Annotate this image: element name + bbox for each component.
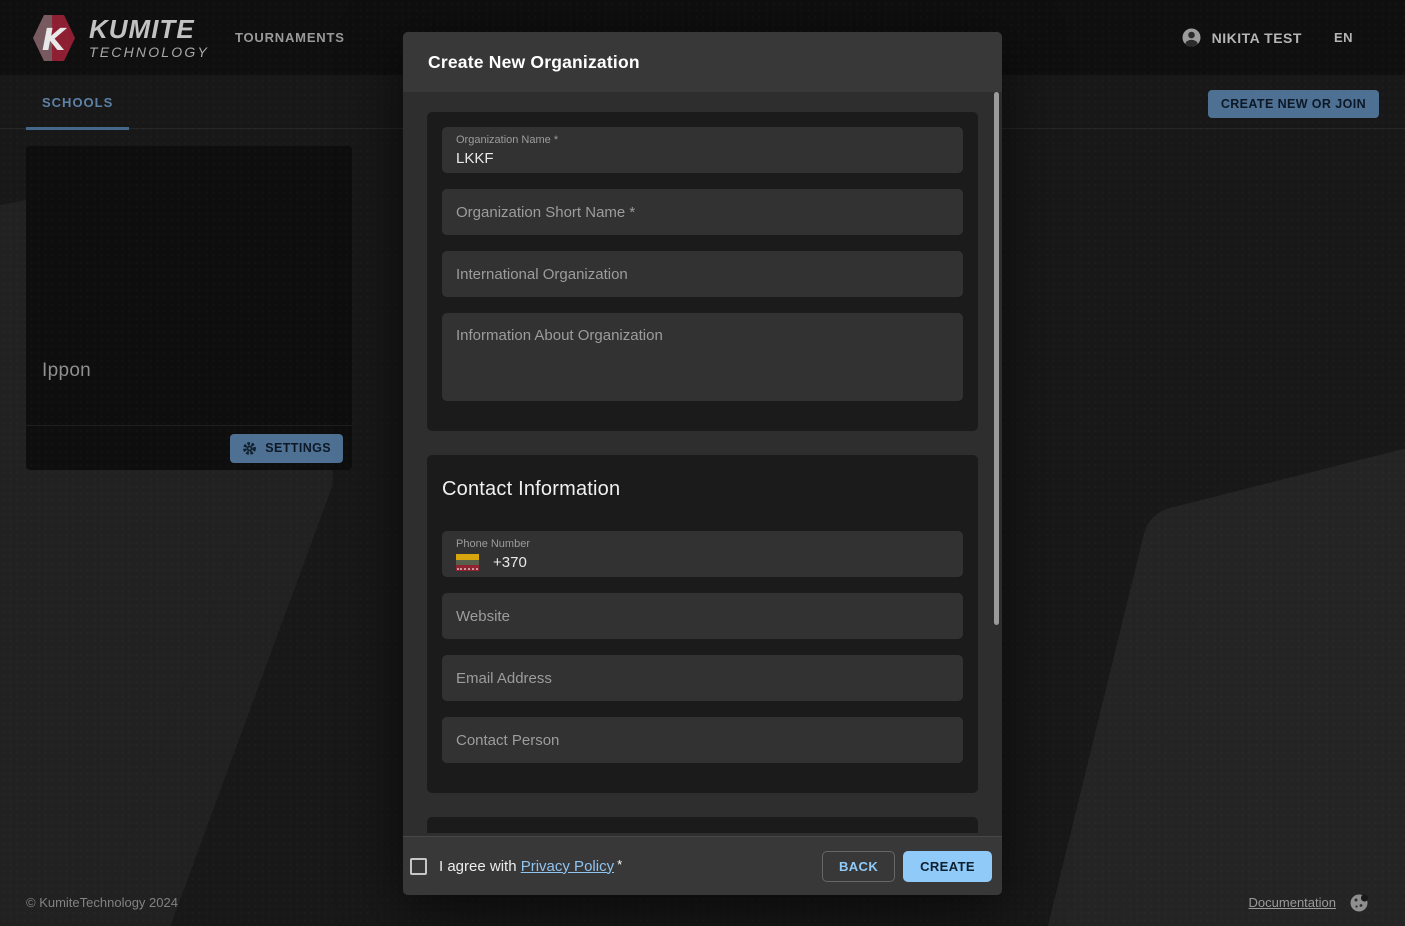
modal-footer: I agree with Privacy Policy* BACK CREATE: [403, 836, 1002, 895]
organization-short-name-input[interactable]: [456, 204, 949, 221]
organization-info-field: [442, 313, 963, 401]
website-input[interactable]: [456, 608, 949, 625]
organization-name-label: Organization Name *: [456, 134, 949, 146]
settings-button[interactable]: SETTINGS: [230, 434, 343, 463]
website-field: [442, 593, 963, 639]
brand-logo[interactable]: K KUMITE TECHNOLOGY: [30, 12, 209, 64]
create-button[interactable]: CREATE: [903, 851, 992, 882]
tab-schools[interactable]: SCHOOLS: [26, 75, 129, 129]
school-card-title: Ippon: [42, 360, 91, 382]
organization-short-name-field: [442, 189, 963, 235]
cookie-settings-icon[interactable]: [1349, 893, 1369, 913]
school-card[interactable]: Ippon SETTINGS: [26, 146, 352, 470]
agree-text: I agree with Privacy Policy*: [439, 858, 622, 875]
modal-body: Organization Name * Contact Information …: [403, 92, 1002, 836]
create-organization-modal: Create New Organization Organization Nam…: [403, 32, 1002, 895]
email-input[interactable]: [456, 670, 949, 687]
organization-info-textarea[interactable]: [456, 313, 949, 401]
privacy-policy-link[interactable]: Privacy Policy: [521, 858, 614, 875]
language-selector[interactable]: EN: [1334, 30, 1353, 45]
user-name: NIKITA TEST: [1212, 30, 1302, 46]
phone-number-label: Phone Number: [456, 538, 949, 550]
back-button[interactable]: BACK: [822, 851, 895, 882]
organization-name-input[interactable]: [456, 150, 949, 167]
organization-name-field: Organization Name *: [442, 127, 963, 173]
international-organization-input[interactable]: [456, 266, 949, 283]
gear-icon: [242, 441, 257, 456]
settings-button-label: SETTINGS: [265, 441, 331, 455]
svg-text:K: K: [42, 23, 68, 58]
privacy-checkbox[interactable]: [410, 858, 427, 875]
contact-section-title: Contact Information: [442, 478, 963, 501]
phone-number-input[interactable]: [493, 554, 949, 571]
international-organization-field: [442, 251, 963, 297]
organization-section: Organization Name *: [427, 112, 978, 431]
brand-name: KUMITE: [89, 16, 209, 42]
app-root: K KUMITE TECHNOLOGY TOURNAMENTS NIKITA T…: [0, 0, 1405, 926]
kumite-logo-icon: K: [30, 12, 78, 64]
contact-section: Contact Information Phone Number: [427, 455, 978, 793]
documentation-link[interactable]: Documentation: [1249, 895, 1336, 910]
avatar-icon: [1181, 27, 1202, 48]
next-section-partial: [427, 817, 978, 833]
phone-number-field: Phone Number: [442, 531, 963, 577]
brand-subtitle: TECHNOLOGY: [89, 45, 209, 59]
user-menu[interactable]: NIKITA TEST: [1181, 27, 1302, 48]
create-new-or-join-button[interactable]: CREATE NEW OR JOIN: [1208, 90, 1379, 118]
nav-tournaments[interactable]: TOURNAMENTS: [235, 30, 345, 45]
lithuania-flag-icon[interactable]: [456, 554, 479, 571]
required-asterisk: *: [617, 857, 622, 872]
contact-person-field: [442, 717, 963, 763]
contact-person-input[interactable]: [456, 732, 949, 749]
copyright-text: © KumiteTechnology 2024: [26, 895, 178, 910]
tab-schools-label: SCHOOLS: [42, 95, 113, 110]
modal-scrollbar[interactable]: [994, 92, 999, 625]
email-field: [442, 655, 963, 701]
modal-header: Create New Organization: [403, 32, 1002, 92]
modal-title: Create New Organization: [428, 52, 640, 73]
